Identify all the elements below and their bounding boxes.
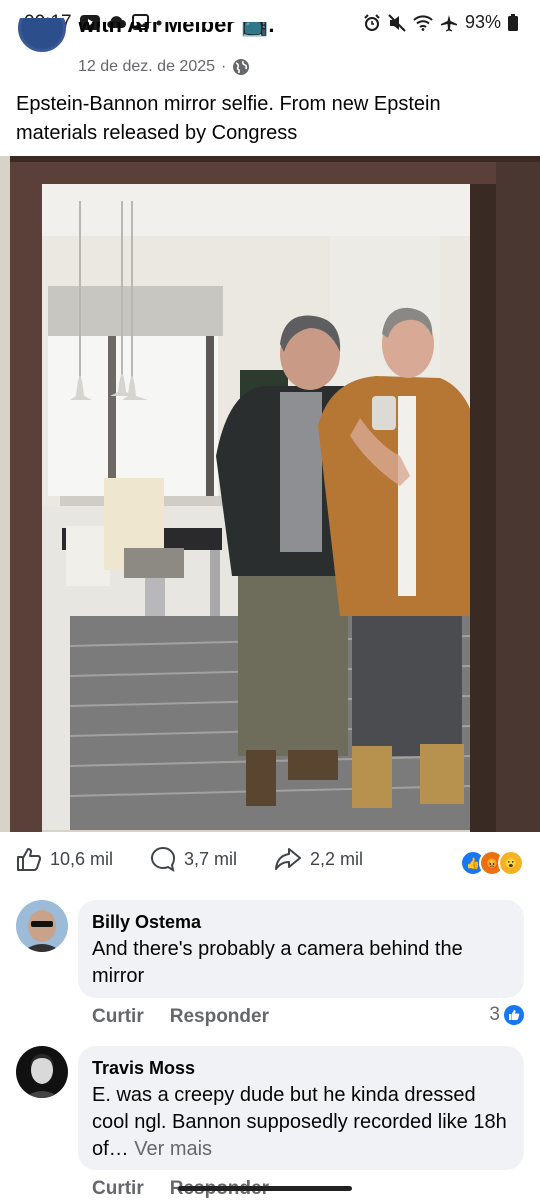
post-author-line[interactable]: with Ari Melber 📺. (78, 22, 338, 48)
comment-reply-button[interactable]: Responder (170, 1006, 269, 1028)
comment-button[interactable]: 3,7 mil (150, 846, 237, 872)
wow-reaction-icon: 😮 (498, 850, 524, 876)
comment-count: 3,7 mil (184, 848, 238, 869)
comment-reaction-count[interactable]: 3 (489, 1004, 524, 1026)
reaction-summary[interactable]: 👍 😡 😮 (460, 850, 524, 876)
thumbs-up-icon (17, 848, 41, 871)
mute-icon (388, 13, 406, 32)
comment-bubble: Billy Ostema And there's probably a came… (78, 900, 524, 998)
globe-icon (233, 59, 250, 75)
home-indicator[interactable] (178, 1186, 352, 1191)
comment-author[interactable]: Billy Ostema (92, 910, 510, 934)
page-avatar[interactable] (18, 18, 66, 54)
post-date[interactable]: 12 de dez. de 2025 (78, 58, 215, 76)
share-count: 2,2 mil (310, 848, 364, 869)
post-text: Epstein-Bannon mirror selfie. From new E… (16, 93, 441, 144)
see-more-link[interactable]: Ver mais (134, 1138, 212, 1160)
post-actions-bar: 10,6 mil 3,7 mil 2,2 mil 👍 😡 😮 (0, 840, 540, 880)
battery-icon (508, 14, 518, 31)
comment-text: And there's probably a camera behind the… (92, 938, 463, 987)
like-reaction-icon (504, 1005, 524, 1025)
post-meta: 12 de dez. de 2025 · (78, 58, 250, 76)
comment-author[interactable]: Travis Moss (92, 1056, 510, 1080)
comment-like-button[interactable]: Curtir (92, 1006, 144, 1028)
comment-reaction-number: 3 (489, 1004, 500, 1025)
mirror-selfie-image (0, 156, 540, 832)
meta-separator: · (221, 58, 227, 75)
like-count: 10,6 mil (50, 848, 114, 869)
avatar[interactable] (16, 1046, 68, 1098)
comment-text: E. was a creepy dude but he kinda dresse… (92, 1082, 510, 1163)
avatar[interactable] (16, 900, 68, 952)
post-author-text: with Ari Melber 📺. (78, 22, 275, 37)
battery-percent: 93% (464, 12, 501, 32)
comment-actions: Curtir Responder (92, 1006, 269, 1028)
post-photo[interactable] (0, 156, 540, 832)
share-icon (275, 848, 301, 870)
alarm-icon (364, 13, 380, 31)
comment-icon (151, 846, 176, 872)
system-icons: 93% (363, 12, 518, 33)
comment-bubble: Travis Moss E. was a creepy dude but he … (78, 1046, 524, 1170)
comment-like-button[interactable]: Curtir (92, 1178, 144, 1200)
like-button[interactable]: 10,6 mil (16, 846, 113, 872)
airplane-icon (440, 14, 457, 31)
wifi-icon (413, 14, 433, 31)
share-button[interactable]: 2,2 mil (274, 846, 363, 872)
